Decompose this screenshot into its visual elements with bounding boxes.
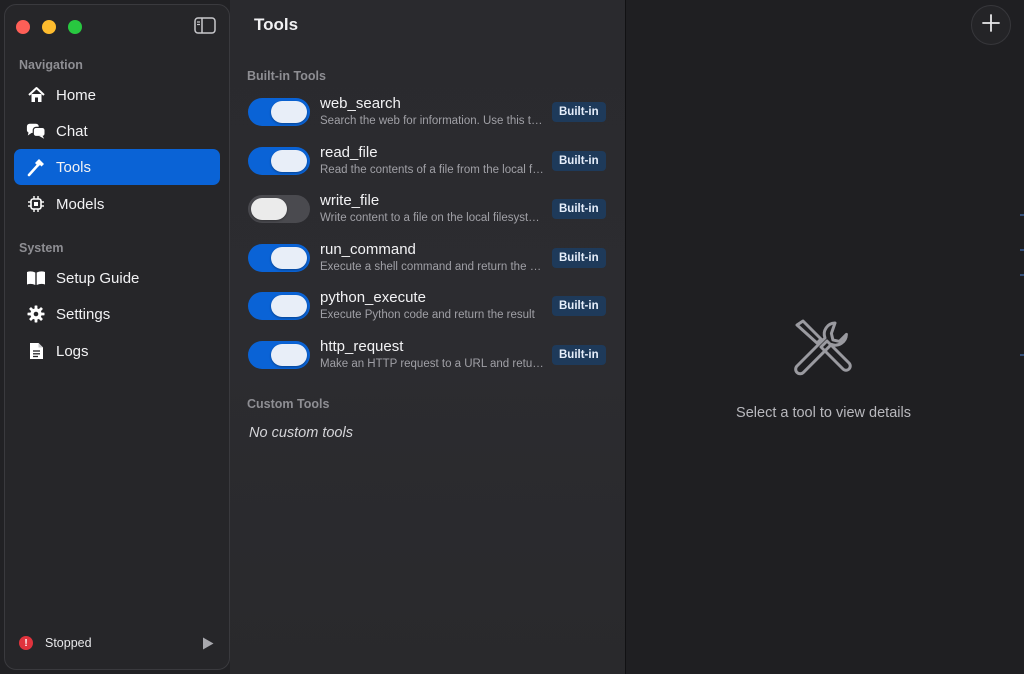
tool-row-run-command[interactable]: run_command Execute a shell command and …: [248, 241, 608, 282]
status-label: Stopped: [45, 636, 92, 650]
tools-pane: Tools Built-in Tools web_search Search t…: [230, 0, 625, 674]
tool-toggle[interactable]: [248, 147, 310, 175]
tool-row-write-file[interactable]: write_file Write content to a file on th…: [248, 192, 608, 233]
builtin-badge: Built-in: [552, 296, 606, 316]
add-tool-button[interactable]: [971, 5, 1011, 45]
builtin-badge: Built-in: [552, 345, 606, 365]
sidebar-item-label: Settings: [56, 305, 111, 323]
section-title-system: System: [19, 241, 64, 255]
tool-name: web_search: [320, 95, 401, 112]
status-indicator: !: [19, 636, 33, 650]
zoom-window-button[interactable]: [68, 20, 82, 34]
sidebar-item-settings[interactable]: Settings: [14, 296, 220, 332]
app-window: Navigation Home Chat Tools Models System…: [0, 0, 1024, 674]
play-icon[interactable]: [201, 636, 215, 650]
sidebar-item-logs[interactable]: Logs: [14, 333, 220, 369]
window-controls: [16, 20, 82, 34]
sidebar-item-setup-guide[interactable]: Setup Guide: [14, 260, 220, 296]
builtin-badge: Built-in: [552, 102, 606, 122]
tool-toggle[interactable]: [248, 292, 310, 320]
tool-row-read-file[interactable]: read_file Read the contents of a file fr…: [248, 144, 608, 185]
tool-name: read_file: [320, 144, 378, 161]
document-icon: [26, 341, 46, 361]
cpu-chip-icon: [26, 194, 46, 214]
tool-name: python_execute: [320, 289, 426, 306]
tool-description: Search the web for information. Use this…: [320, 115, 544, 127]
sidebar-item-chat[interactable]: Chat: [14, 113, 220, 149]
detail-pane: Select a tool to view details: [626, 0, 1024, 674]
sidebar-item-label: Tools: [56, 158, 92, 176]
sidebar-item-label: Chat: [56, 122, 88, 140]
chat-bubbles-icon: [26, 121, 46, 141]
sidebar-toggle-icon[interactable]: [193, 16, 217, 34]
house-icon: [26, 85, 46, 105]
sidebar-item-tools[interactable]: Tools: [14, 149, 220, 185]
tool-description: Execute Python code and return the resul…: [320, 309, 535, 321]
tool-name: write_file: [320, 192, 380, 209]
sidebar-item-models[interactable]: Models: [14, 186, 220, 222]
tool-toggle[interactable]: [248, 244, 310, 272]
tool-name: http_request: [320, 338, 404, 355]
tool-description: Execute a shell command and return the o…: [320, 261, 544, 273]
tool-toggle[interactable]: [248, 341, 310, 369]
server-status: ! Stopped: [19, 633, 215, 653]
tool-row-python-execute[interactable]: python_execute Execute Python code and r…: [248, 289, 608, 330]
custom-tools-heading: Custom Tools: [247, 397, 330, 411]
custom-tools-empty: No custom tools: [249, 425, 353, 441]
sidebar: Navigation Home Chat Tools Models System…: [4, 4, 230, 670]
builtin-badge: Built-in: [552, 151, 606, 171]
tool-description: Write content to a file on the local fil…: [320, 212, 544, 224]
minimize-window-button[interactable]: [42, 20, 56, 34]
section-title-navigation: Navigation: [19, 58, 83, 72]
tool-description: Read the contents of a file from the loc…: [320, 164, 544, 176]
sidebar-item-label: Home: [56, 86, 97, 104]
sidebar-item-label: Models: [56, 195, 105, 213]
plus-icon: [982, 13, 1000, 37]
tool-toggle[interactable]: [248, 98, 310, 126]
builtin-badge: Built-in: [552, 248, 606, 268]
tool-row-web-search[interactable]: web_search Search the web for informatio…: [248, 95, 608, 136]
builtin-tools-heading: Built-in Tools: [247, 69, 326, 83]
tool-toggle[interactable]: [248, 195, 310, 223]
close-window-button[interactable]: [16, 20, 30, 34]
sidebar-item-home[interactable]: Home: [14, 77, 220, 113]
sidebar-item-label: Setup Guide: [56, 269, 140, 287]
hammer-icon: [26, 157, 46, 177]
sidebar-item-label: Logs: [56, 342, 89, 360]
tool-name: run_command: [320, 241, 416, 258]
edge-artifact: [1020, 214, 1024, 356]
tool-description: Make an HTTP request to a URL and return…: [320, 358, 544, 370]
builtin-badge: Built-in: [552, 199, 606, 219]
page-title: Tools: [254, 15, 299, 34]
empty-detail-message: Select a tool to view details: [736, 405, 911, 421]
tool-row-http-request[interactable]: http_request Make an HTTP request to a U…: [248, 338, 608, 379]
gear-icon: [26, 304, 46, 324]
tools-crossed-icon: [791, 317, 855, 381]
book-icon: [26, 268, 46, 288]
